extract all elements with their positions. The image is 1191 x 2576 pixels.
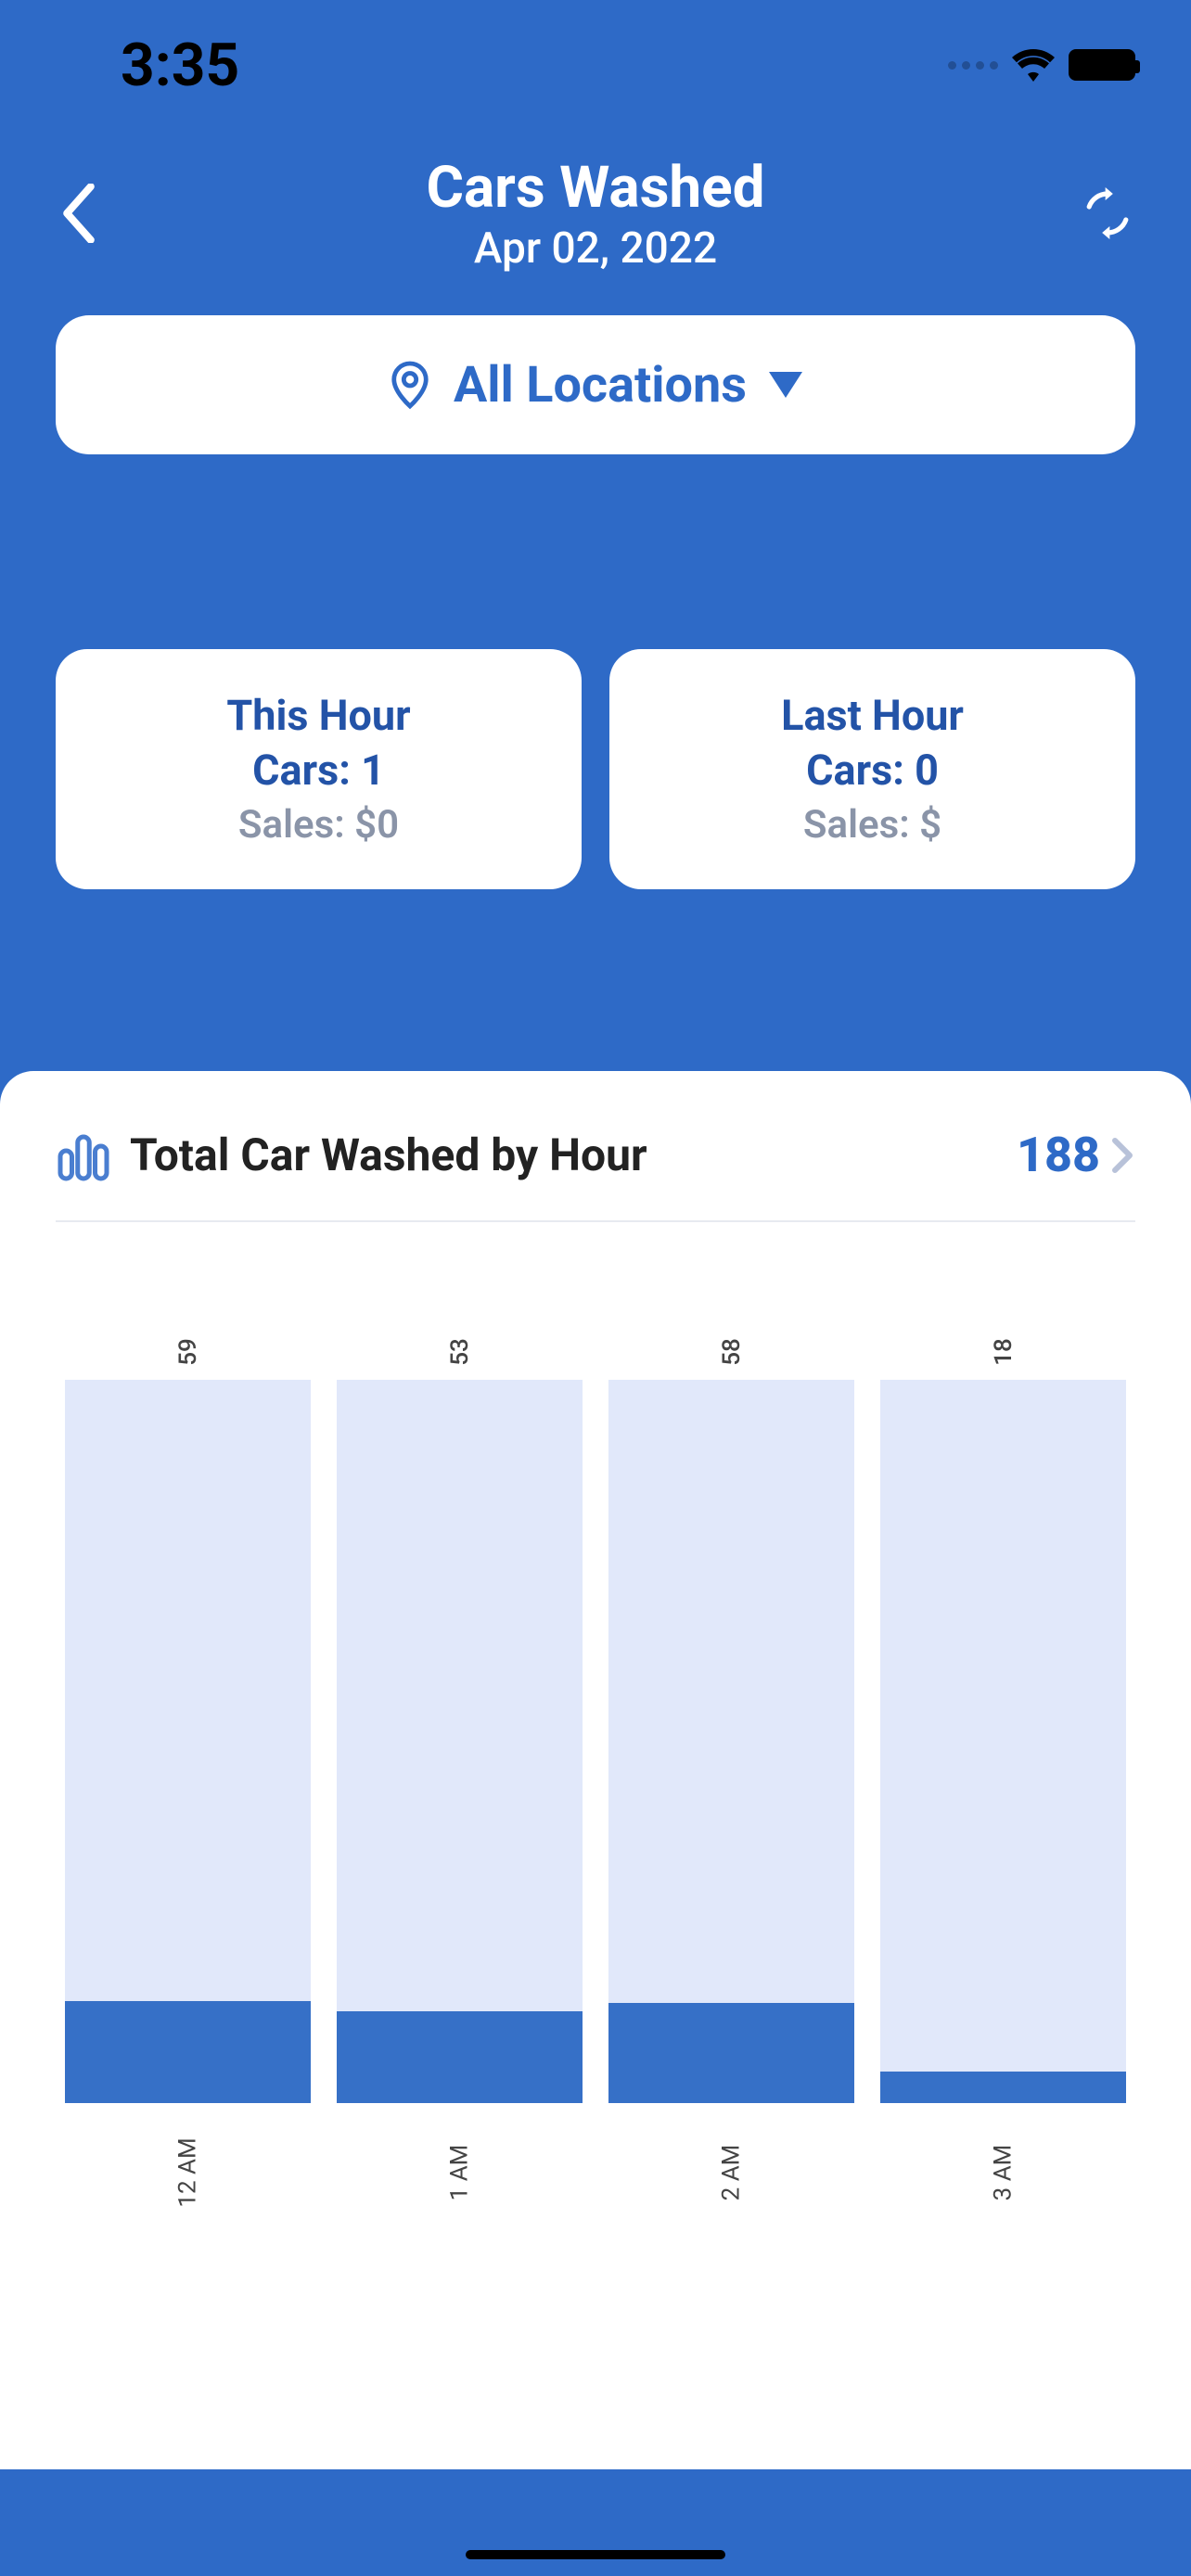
chart-panel: Total Car Washed by Hour 188 5912 AM531 …: [0, 1071, 1191, 2469]
card-count: Cars: 1: [74, 746, 563, 795]
header-nav: Cars Washed Apr 02, 2022: [0, 130, 1191, 297]
this-hour-card[interactable]: This Hour Cars: 1 Sales: $0: [56, 649, 582, 889]
location-label: All Locations: [454, 356, 747, 414]
status-right: [948, 48, 1135, 82]
bar-column[interactable]: 582 AM: [608, 1380, 854, 2372]
bar-category-label: 1 AM: [417, 2145, 501, 2201]
bar-value-label: 59: [174, 1338, 202, 1366]
card-sales: Sales: $0: [74, 802, 563, 848]
chart-total: 188: [1017, 1127, 1100, 1183]
bar-background: [608, 1380, 854, 2103]
page-title-area: Cars Washed Apr 02, 2022: [426, 154, 764, 274]
bar-value-label: 58: [718, 1338, 746, 1366]
chart-header[interactable]: Total Car Washed by Hour 188: [56, 1127, 1135, 1222]
home-indicator[interactable]: [466, 2550, 725, 2559]
page-title: Cars Washed: [426, 154, 764, 222]
bar-column[interactable]: 183 AM: [880, 1380, 1126, 2372]
page-subtitle-date: Apr 02, 2022: [426, 223, 764, 274]
bar-background: [65, 1380, 311, 2103]
card-count: Cars: 0: [628, 746, 1117, 795]
bar-chart-icon: [56, 1128, 111, 1183]
chevron-right-icon: [1109, 1137, 1135, 1174]
location-selector[interactable]: All Locations: [56, 315, 1135, 454]
location-pin-icon: [389, 360, 431, 410]
bar-fill: [608, 2003, 854, 2103]
summary-cards: This Hour Cars: 1 Sales: $0 Last Hour Ca…: [56, 649, 1135, 889]
bar-background: [880, 1380, 1126, 2103]
chart-area: 5912 AM531 AM582 AM183 AM: [65, 1380, 1126, 2372]
bar-fill: [65, 2001, 311, 2103]
refresh-button[interactable]: [1075, 181, 1140, 246]
card-title: Last Hour: [628, 691, 1117, 740]
bar-category-label: 2 AM: [689, 2145, 773, 2201]
signal-dots-icon: [948, 61, 998, 70]
bar-column[interactable]: 531 AM: [337, 1380, 583, 2372]
bar-category-label: 3 AM: [961, 2145, 1044, 2201]
bar-background: [337, 1380, 583, 2103]
refresh-icon: [1082, 187, 1133, 239]
bar-column[interactable]: 5912 AM: [65, 1380, 311, 2372]
battery-icon: [1069, 49, 1135, 81]
last-hour-card[interactable]: Last Hour Cars: 0 Sales: $: [609, 649, 1135, 889]
card-title: This Hour: [74, 691, 563, 740]
wifi-icon: [1011, 48, 1056, 82]
back-button[interactable]: [51, 176, 107, 250]
chevron-left-icon: [60, 184, 97, 243]
status-time: 3:35: [121, 31, 239, 100]
bar-fill: [880, 2072, 1126, 2103]
bar-value-label: 53: [446, 1338, 474, 1366]
card-sales: Sales: $: [628, 802, 1117, 848]
chart-title: Total Car Washed by Hour: [130, 1129, 1017, 1181]
bar-category-label: 12 AM: [147, 2137, 230, 2207]
bar-fill: [337, 2011, 583, 2103]
bar-value-label: 18: [990, 1338, 1018, 1366]
status-bar: 3:35: [0, 0, 1191, 130]
chevron-down-icon: [769, 372, 802, 398]
